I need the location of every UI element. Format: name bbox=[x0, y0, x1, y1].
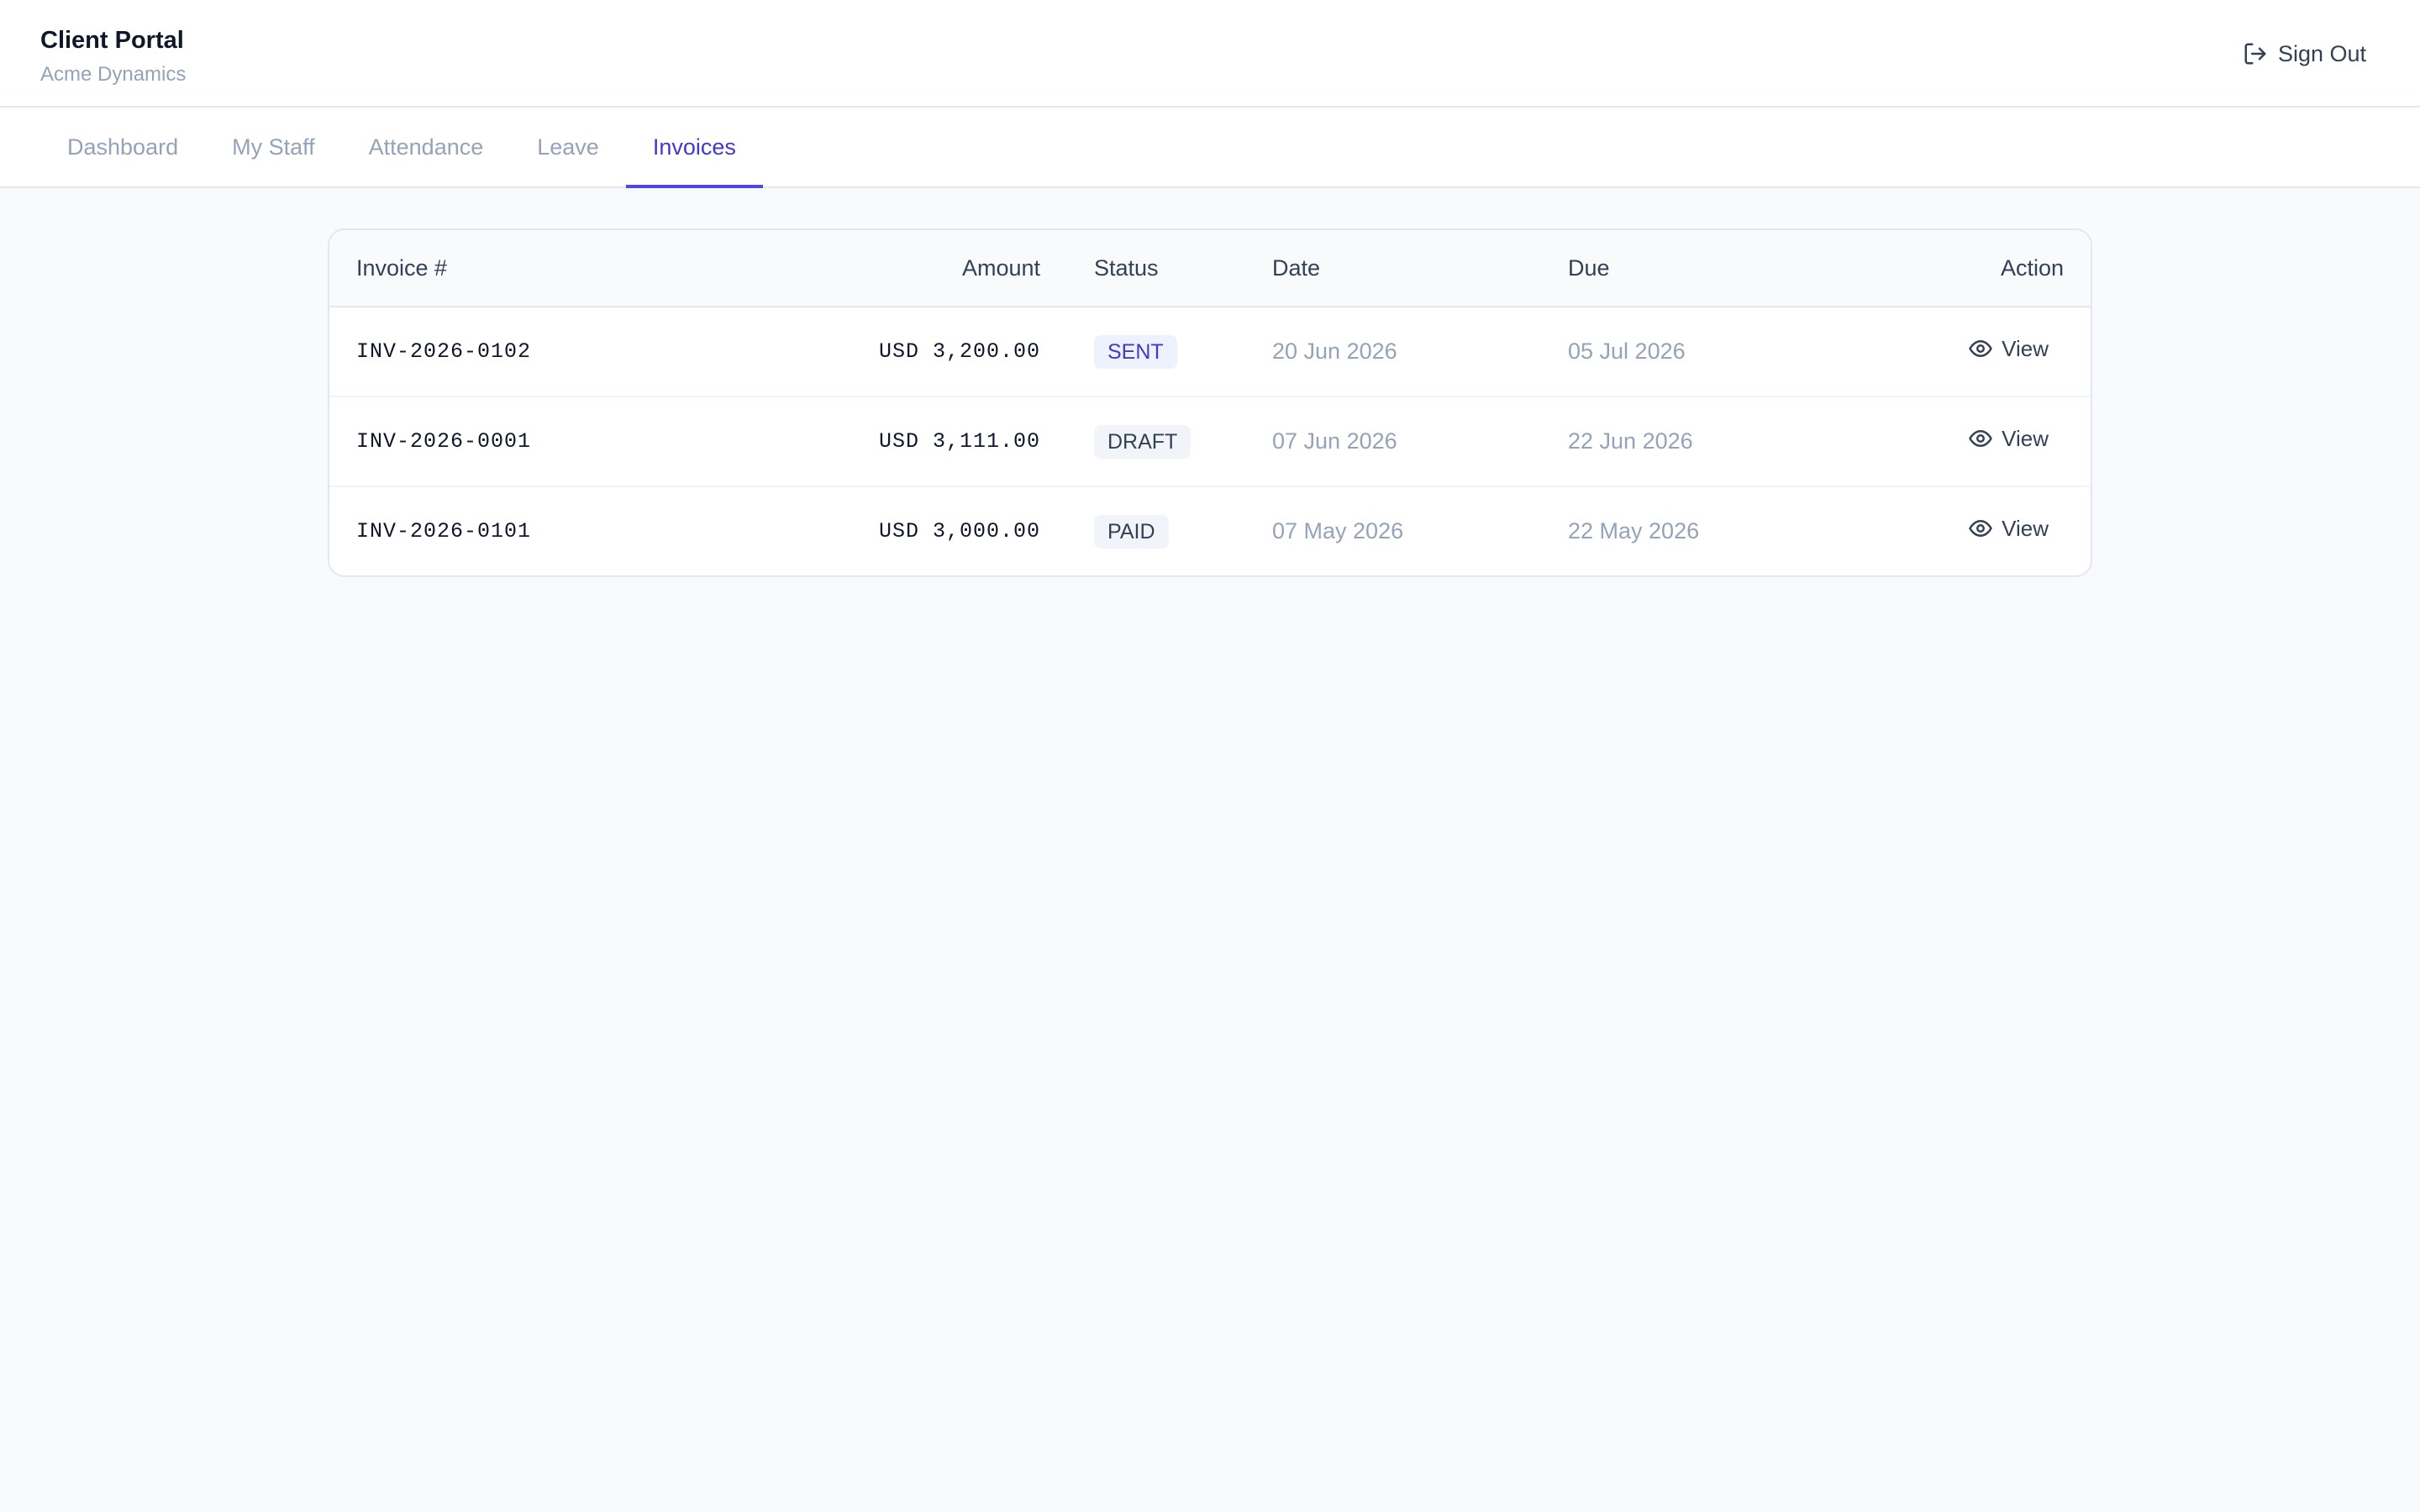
eye-icon bbox=[1968, 336, 1993, 361]
tab-leave[interactable]: Leave bbox=[510, 108, 626, 186]
invoice-number: INV-2026-0001 bbox=[356, 429, 532, 454]
tab-attendance[interactable]: Attendance bbox=[342, 108, 511, 186]
table-row: INV-2026-0102 USD 3,200.00 SENT 20 Jun 2… bbox=[329, 307, 2091, 397]
invoice-number: INV-2026-0102 bbox=[356, 339, 532, 364]
view-label: View bbox=[2002, 335, 2049, 361]
invoice-due-date: 22 May 2026 bbox=[1568, 518, 1700, 543]
invoice-number: INV-2026-0101 bbox=[356, 519, 532, 543]
status-badge: PAID bbox=[1094, 514, 1169, 549]
invoice-amount: USD 3,111.00 bbox=[878, 429, 1040, 454]
invoice-date: 20 Jun 2026 bbox=[1272, 339, 1397, 364]
eye-icon bbox=[1968, 426, 1993, 451]
brand: Client Portal Acme Dynamics bbox=[40, 24, 186, 89]
table-header: Invoice # Amount Status Date Due Action bbox=[329, 230, 2091, 307]
view-label: View bbox=[2002, 425, 2049, 451]
view-invoice-button[interactable]: View bbox=[1968, 336, 2049, 362]
invoices-table: Invoice # Amount Status Date Due Action … bbox=[328, 228, 2092, 577]
tab-dashboard[interactable]: Dashboard bbox=[40, 108, 205, 186]
table-row: INV-2026-0001 USD 3,111.00 DRAFT 07 Jun … bbox=[329, 397, 2091, 487]
invoice-due-date: 22 Jun 2026 bbox=[1568, 428, 1693, 454]
invoice-amount: USD 3,200.00 bbox=[878, 339, 1040, 364]
invoice-date: 07 May 2026 bbox=[1272, 518, 1404, 543]
column-header-action: Action bbox=[2000, 255, 2064, 281]
column-header-status: Status bbox=[1094, 255, 1159, 281]
view-invoice-button[interactable]: View bbox=[1968, 426, 2049, 452]
app-title: Client Portal bbox=[40, 27, 184, 54]
view-label: View bbox=[2002, 515, 2049, 541]
tab-invoices[interactable]: Invoices bbox=[625, 108, 763, 188]
sign-out-label: Sign Out bbox=[2277, 40, 2366, 66]
column-header-due: Due bbox=[1568, 255, 1610, 281]
view-invoice-button[interactable]: View bbox=[1968, 516, 2049, 542]
tab-my-staff[interactable]: My Staff bbox=[205, 108, 342, 186]
action-cell: View bbox=[1886, 336, 2091, 368]
invoice-amount: USD 3,000.00 bbox=[878, 519, 1040, 543]
main-nav-tabs: Dashboard My Staff Attendance Leave Invo… bbox=[0, 108, 2420, 188]
status-badge: DRAFT bbox=[1094, 424, 1192, 459]
log-out-icon bbox=[2243, 41, 2268, 66]
column-header-invoice: Invoice # bbox=[356, 255, 448, 281]
status-badge: SENT bbox=[1094, 334, 1177, 369]
column-header-amount: Amount bbox=[961, 255, 1040, 281]
column-header-date: Date bbox=[1272, 255, 1321, 281]
invoice-due-date: 05 Jul 2026 bbox=[1568, 339, 1686, 364]
eye-icon bbox=[1968, 516, 1993, 541]
invoice-date: 07 Jun 2026 bbox=[1272, 428, 1397, 454]
app-header: Client Portal Acme Dynamics Sign Out bbox=[0, 0, 2420, 108]
sign-out-button[interactable]: Sign Out bbox=[2243, 34, 2366, 74]
status-cell: PAID bbox=[1040, 514, 1270, 549]
status-cell: SENT bbox=[1040, 334, 1270, 369]
action-cell: View bbox=[1886, 426, 2091, 458]
company-name: Acme Dynamics bbox=[40, 63, 187, 86]
action-cell: View bbox=[1886, 516, 2091, 548]
table-row: INV-2026-0101 USD 3,000.00 PAID 07 May 2… bbox=[329, 487, 2091, 575]
status-cell: DRAFT bbox=[1040, 424, 1270, 459]
